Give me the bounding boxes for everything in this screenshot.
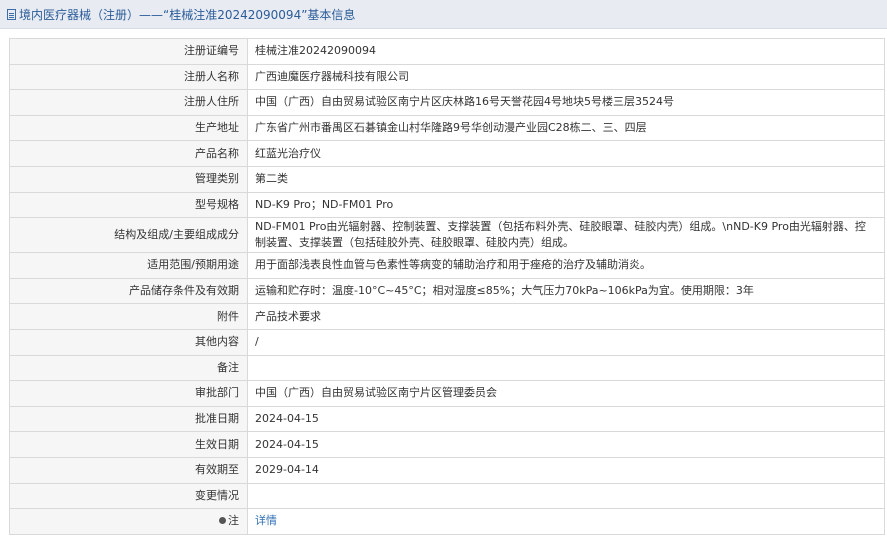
table-row: 备注 xyxy=(9,354,885,382)
row-label: 管理类别 xyxy=(9,165,248,193)
row-value: / xyxy=(247,328,885,356)
row-label: 生产地址 xyxy=(9,114,248,142)
row-value: 中国（广西）自由贸易试验区南宁片区管理委员会 xyxy=(247,380,885,407)
row-value: 桂械注准20242090094 xyxy=(247,38,885,65)
row-label: 备注 xyxy=(9,354,248,382)
row-label: 产品名称 xyxy=(9,140,248,167)
table-row: 其他内容 / xyxy=(9,328,885,356)
row-value: 广西迪魔医疗器械科技有限公司 xyxy=(247,63,885,91)
row-value: 产品技术要求 xyxy=(247,303,885,330)
details-link[interactable]: 详情 xyxy=(255,514,277,527)
row-value: 运输和贮存时：温度-10°C~45°C；相对湿度≤85%；大气压力70kPa~1… xyxy=(247,277,885,305)
row-label: 注册证编号 xyxy=(9,38,248,65)
table-row: 产品名称 红蓝光治疗仪 xyxy=(9,140,885,167)
row-value: 2024-04-15 xyxy=(247,431,885,458)
table-row: 审批部门 中国（广西）自由贸易试验区南宁片区管理委员会 xyxy=(9,380,885,407)
table-row: 注册人名称 广西迪魔医疗器械科技有限公司 xyxy=(9,63,885,91)
table-row: 产品储存条件及有效期 运输和贮存时：温度-10°C~45°C；相对湿度≤85%；… xyxy=(9,277,885,305)
row-value xyxy=(247,482,885,510)
row-label: 批准日期 xyxy=(9,405,248,433)
bullet-icon xyxy=(219,517,226,525)
row-label: 结构及组成/主要组成成分 xyxy=(9,217,248,254)
row-value: 第二类 xyxy=(247,165,885,193)
table-row: 型号规格 ND-K9 Pro；ND-FM01 Pro xyxy=(9,191,885,219)
table-row: 管理类别 第二类 xyxy=(9,165,885,193)
row-label: 适用范围/预期用途 xyxy=(9,252,248,279)
row-label: 有效期至 xyxy=(9,456,248,484)
row-value xyxy=(247,354,885,382)
row-label: 注册人名称 xyxy=(9,63,248,91)
row-value: ND-FM01 Pro由光辐射器、控制装置、支撑装置（包括布料外壳、硅胶眼罩、硅… xyxy=(247,217,885,254)
table-row: 生效日期 2024-04-15 xyxy=(9,431,885,458)
row-label: 生效日期 xyxy=(9,431,248,458)
note-value-cell: 详情 xyxy=(247,508,885,535)
document-icon xyxy=(7,8,16,20)
table-row: 有效期至 2029-04-14 xyxy=(9,456,885,484)
table-row: 结构及组成/主要组成成分 ND-FM01 Pro由光辐射器、控制装置、支撑装置（… xyxy=(9,217,885,254)
row-value: 红蓝光治疗仪 xyxy=(247,140,885,167)
row-value: 广东省广州市番禺区石碁镇金山村华隆路9号华创动漫产业园C28栋二、三、四层 xyxy=(247,114,885,142)
row-value: 用于面部浅表良性血管与色素性等病变的辅助治疗和用于痤疮的治疗及辅助消炎。 xyxy=(247,252,885,279)
table-row: 注 详情 xyxy=(9,508,885,535)
table-row: 批准日期 2024-04-15 xyxy=(9,405,885,433)
table-row: 附件 产品技术要求 xyxy=(9,303,885,330)
row-label: 审批部门 xyxy=(9,380,248,407)
table-row: 适用范围/预期用途 用于面部浅表良性血管与色素性等病变的辅助治疗和用于痤疮的治疗… xyxy=(9,252,885,279)
table-row: 生产地址 广东省广州市番禺区石碁镇金山村华隆路9号华创动漫产业园C28栋二、三、… xyxy=(9,114,885,142)
row-label: 注册人住所 xyxy=(9,89,248,116)
row-value: 2029-04-14 xyxy=(247,456,885,484)
note-label-cell: 注 xyxy=(9,508,248,535)
page-title: 境内医疗器械（注册）——“桂械注准20242090094”基本信息 xyxy=(19,7,356,22)
table-row: 注册人住所 中国（广西）自由贸易试验区南宁片区庆林路16号天誉花园4号地块5号楼… xyxy=(9,89,885,116)
table-row: 注册证编号 桂械注准20242090094 xyxy=(9,38,885,65)
row-label: 产品储存条件及有效期 xyxy=(9,277,248,305)
note-label: 注 xyxy=(228,514,239,528)
row-label: 变更情况 xyxy=(9,482,248,510)
table-row: 变更情况 xyxy=(9,482,885,510)
row-value: ND-K9 Pro；ND-FM01 Pro xyxy=(247,191,885,219)
row-value: 2024-04-15 xyxy=(247,405,885,433)
row-label: 型号规格 xyxy=(9,191,248,219)
page-header: 境内医疗器械（注册）——“桂械注准20242090094”基本信息 xyxy=(0,0,887,29)
row-value: 中国（广西）自由贸易试验区南宁片区庆林路16号天誉花园4号地块5号楼三层3524… xyxy=(247,89,885,116)
info-table: 注册证编号 桂械注准20242090094 注册人名称 广西迪魔医疗器械科技有限… xyxy=(9,38,885,535)
row-label: 其他内容 xyxy=(9,328,248,356)
row-label: 附件 xyxy=(9,303,248,330)
